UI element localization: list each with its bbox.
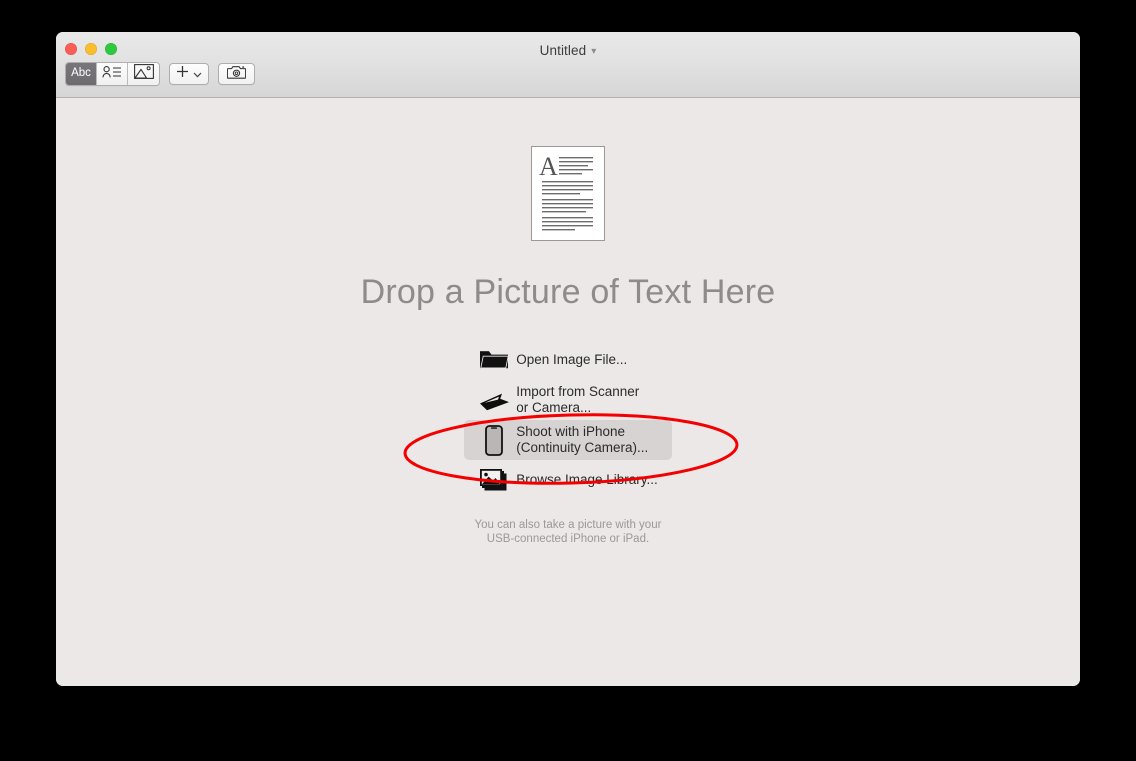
camera-icon [226,65,247,84]
action-label: Browse Image Library... [516,471,658,487]
document-with-text-preview-icon: A [531,146,605,241]
window-title-label: Untitled [539,43,587,58]
action-label: Shoot with iPhone (Continuity Camera)... [516,423,649,456]
toolbar-text-mode-button[interactable]: Abc [66,63,97,85]
folder-icon [472,349,516,372]
preview-dropcap: A [539,152,558,181]
mode-segmented-control: Abc [65,62,160,86]
app-window: Untitled ▾ Abc A Drop a Picture of Text … [56,32,1080,686]
scanner-icon [472,389,516,411]
page-title: Drop a Picture of Text Here [360,273,776,311]
window-title[interactable]: Untitled ▾ [56,43,1080,58]
toolbar-image-mode-button[interactable] [128,63,159,85]
action-shoot-with-iphone[interactable]: Shoot with iPhone (Continuity Camera)... [464,420,672,460]
action-import-from-scanner[interactable]: Import from Scanner or Camera... [464,380,672,420]
iphone-icon [472,424,516,456]
add-button[interactable] [169,63,209,85]
main-content: A Drop a Picture of Text Here Open Image… [56,98,1080,686]
action-open-image-file[interactable]: Open Image File... [464,340,672,380]
camera-button[interactable] [218,63,255,85]
action-browse-image-library[interactable]: Browse Image Library... [464,460,672,500]
toolbar: Abc [65,62,255,86]
title-chevron-down-icon[interactable]: ▾ [591,46,596,57]
action-label: Open Image File... [516,351,628,367]
footnote-text: You can also take a picture with your US… [474,519,662,545]
abc-text-icon: Abc [71,67,91,80]
plus-icon [176,65,189,83]
add-chevron-down-icon[interactable] [193,65,202,83]
photo-stack-icon [472,468,516,492]
window-titlebar: Untitled ▾ Abc [56,32,1080,98]
action-list: Open Image File... Import from Scanner o… [464,340,672,500]
toolbar-contact-mode-button[interactable] [97,63,128,85]
person-list-icon [102,65,122,84]
photo-icon [133,64,154,84]
action-label: Import from Scanner or Camera... [516,383,640,416]
